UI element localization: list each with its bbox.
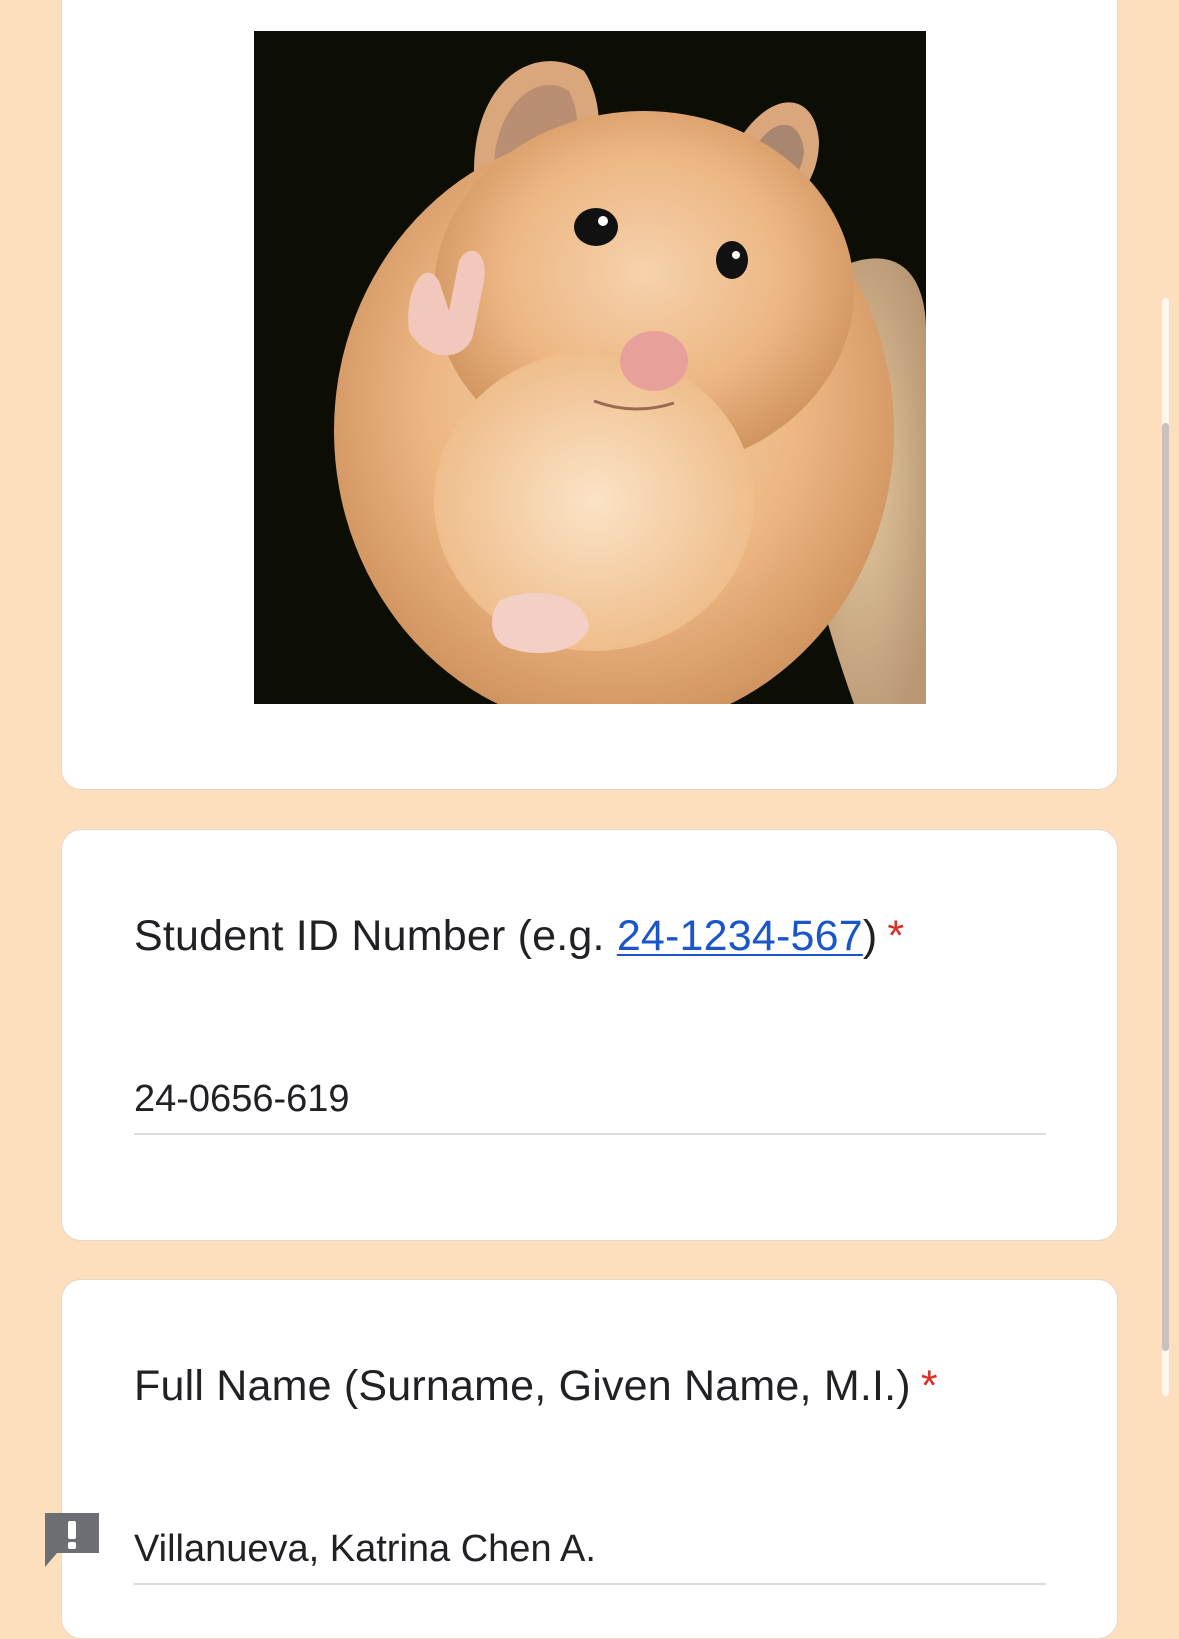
full-name-label: Full Name (Surname, Given Name, M.I.) <box>134 1362 911 1410</box>
hamster-photo <box>254 31 926 704</box>
example-id-link[interactable]: 24-1234-567 <box>617 912 863 960</box>
report-icon <box>45 1513 99 1567</box>
required-asterisk: * <box>920 1362 938 1410</box>
required-asterisk: * <box>887 912 905 960</box>
student-id-input[interactable]: 24-0656-619 <box>134 1078 1046 1135</box>
full-name-input[interactable]: Villanueva, Katrina Chen A. <box>134 1528 1046 1585</box>
student-id-label-suffix: ) <box>862 912 878 960</box>
full-name-question: Full Name (Surname, Given Name, M.I.) * <box>134 1362 938 1411</box>
full-name-card: Full Name (Surname, Given Name, M.I.) * V… <box>61 1279 1118 1639</box>
scrollbar-thumb[interactable] <box>1162 423 1169 1351</box>
student-id-question: Student ID Number (e.g. 24-1234-567) * <box>134 912 904 961</box>
report-button[interactable] <box>41 1509 103 1571</box>
image-card <box>61 0 1118 790</box>
student-id-label: Student ID Number (e.g. <box>134 912 617 960</box>
student-id-card: Student ID Number (e.g. 24-1234-567) * 24… <box>61 829 1118 1241</box>
